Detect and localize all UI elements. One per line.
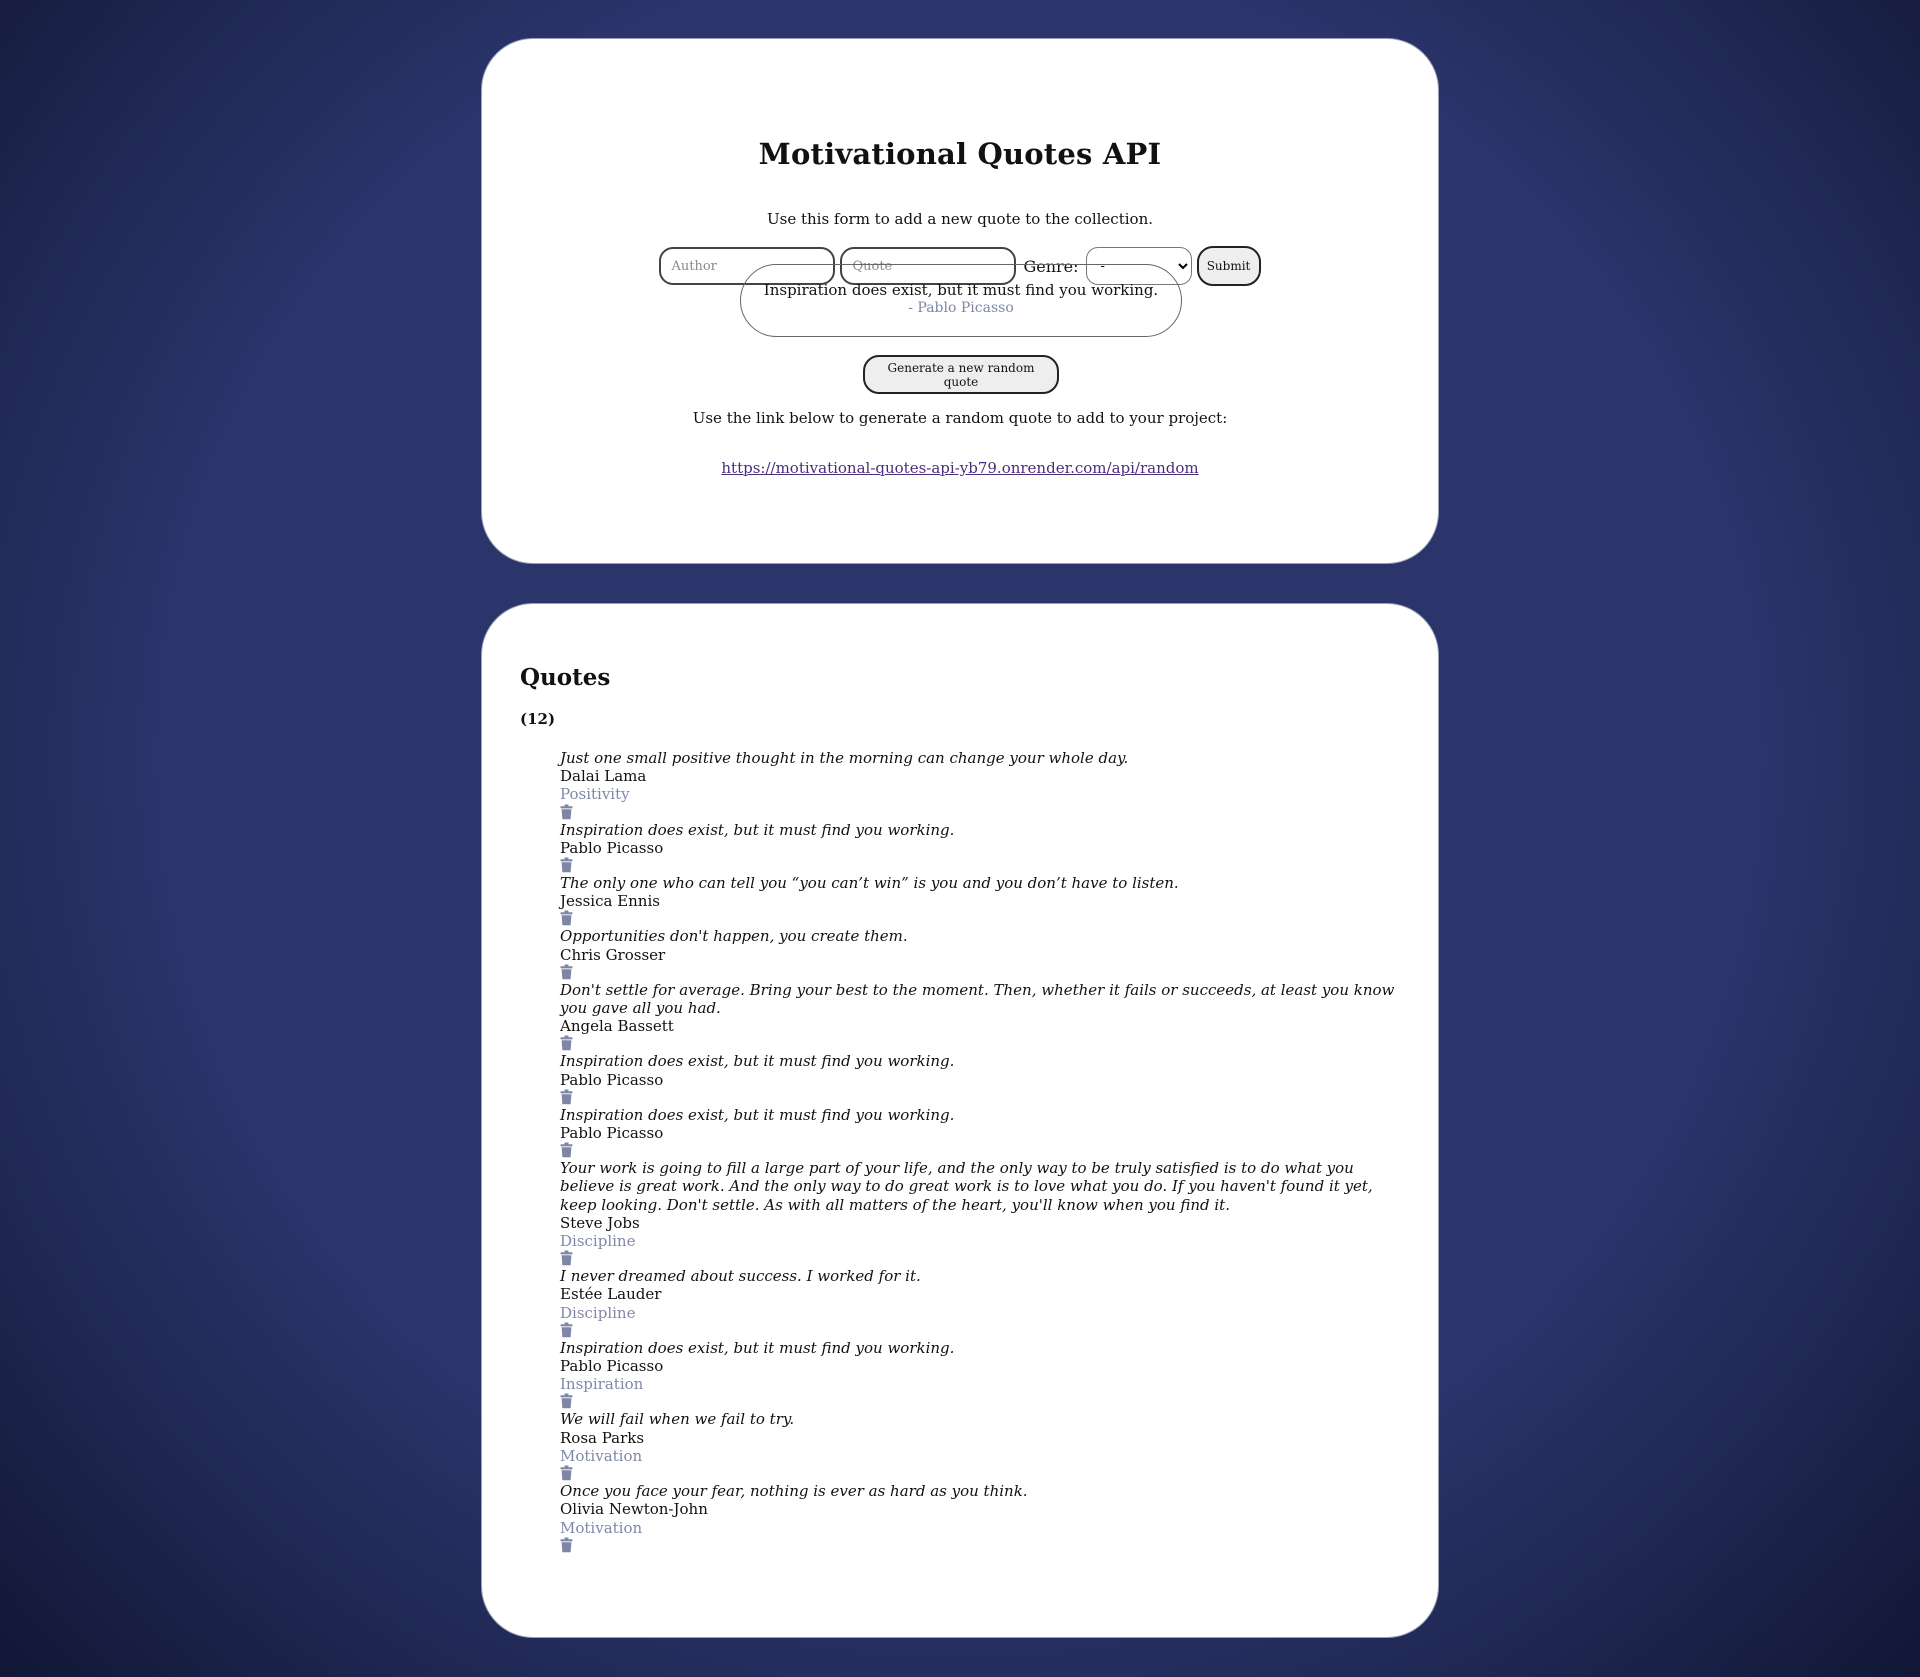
quote-genre: Inspiration bbox=[560, 1375, 644, 1394]
page-title: Motivational Quotes API bbox=[758, 137, 1162, 171]
quote-author: Pablo Picasso bbox=[560, 1357, 664, 1376]
trash-icon[interactable] bbox=[560, 857, 573, 873]
quote-author: Steve Jobs bbox=[560, 1213, 640, 1232]
quotes-heading: Quotes bbox=[520, 664, 611, 691]
trash-icon[interactable] bbox=[560, 1142, 573, 1158]
quote-author: Pablo Picasso bbox=[560, 1070, 664, 1089]
quote-list-item: Inspiration does exist, but it must find… bbox=[560, 821, 1402, 873]
quote-text: Once you face your fear, nothing is ever… bbox=[560, 1482, 1028, 1501]
quote-text: Just one small positive thought in the m… bbox=[560, 749, 1129, 767]
quote-list: Just one small positive thought in the m… bbox=[560, 749, 1402, 1554]
quote-list-item: Once you face your fear, nothing is ever… bbox=[560, 1482, 1402, 1553]
submit-button[interactable]: Submit bbox=[1196, 246, 1261, 286]
quote-author: Angela Bassett bbox=[560, 1017, 674, 1036]
quote-genre: Positivity bbox=[560, 785, 630, 804]
quote-list-item: Inspiration does exist, but it must find… bbox=[560, 1052, 1402, 1105]
quote-text: Inspiration does exist, but it must find… bbox=[560, 1338, 955, 1357]
api-random-link[interactable]: https://motivational-quotes-api-yb79.onr… bbox=[482, 459, 1438, 477]
trash-icon[interactable] bbox=[560, 804, 573, 820]
quote-list-item: Inspiration does exist, but it must find… bbox=[560, 1106, 1402, 1158]
quotes-count: (12) bbox=[520, 710, 556, 728]
trash-icon[interactable] bbox=[560, 1250, 573, 1266]
quote-text: Your work is going to fill a large part … bbox=[560, 1159, 1373, 1214]
quote-genre: Motivation bbox=[560, 1446, 643, 1465]
quote-text: The only one who can tell you “you can’t… bbox=[560, 874, 1179, 893]
quote-text: Inspiration does exist, but it must find… bbox=[560, 1105, 955, 1124]
add-quote-card: Motivational Quotes API Use this form to… bbox=[481, 38, 1439, 564]
trash-icon[interactable] bbox=[560, 1322, 573, 1338]
quotes-card: Quotes (12) Just one small positive thou… bbox=[481, 603, 1439, 1638]
quote-text: We will fail when we fail to try. bbox=[560, 1410, 795, 1429]
quote-author: Jessica Ennis bbox=[560, 892, 660, 911]
quote-text: Inspiration does exist, but it must find… bbox=[560, 820, 955, 839]
trash-icon[interactable] bbox=[560, 1465, 573, 1481]
quote-author: Olivia Newton-John bbox=[560, 1500, 708, 1519]
quote-list-item: We will fail when we fail to try. Rosa Pa… bbox=[560, 1410, 1402, 1481]
trash-icon[interactable] bbox=[560, 1089, 573, 1105]
quote-author: Pablo Picasso bbox=[560, 1124, 664, 1143]
random-quote-box: Inspiration does exist, but it must find… bbox=[740, 264, 1182, 337]
quote-list-item: Your work is going to fill a large part … bbox=[560, 1159, 1402, 1266]
form-intro-text: Use this form to add a new quote to the … bbox=[767, 210, 1153, 228]
random-quote-author: - Pablo Picasso bbox=[908, 300, 1014, 316]
quote-author: Chris Grosser bbox=[560, 945, 666, 964]
quote-author: Estée Lauder bbox=[560, 1285, 662, 1304]
random-quote-text: Inspiration does exist, but it must find… bbox=[763, 281, 1159, 299]
quote-text: Don't settle for average. Bring your bes… bbox=[560, 980, 1395, 1018]
trash-icon[interactable] bbox=[560, 1035, 573, 1051]
quote-text: Opportunities don't happen, you create t… bbox=[560, 927, 908, 946]
quote-list-item: Inspiration does exist, but it must find… bbox=[560, 1339, 1402, 1410]
quote-genre: Discipline bbox=[560, 1232, 636, 1251]
quote-list-item: I never dreamed about success. I worked … bbox=[560, 1267, 1402, 1338]
quote-text: I never dreamed about success. I worked … bbox=[560, 1267, 921, 1286]
quote-genre: Discipline bbox=[560, 1303, 636, 1322]
trash-icon[interactable] bbox=[560, 1537, 573, 1553]
quote-list-item: The only one who can tell you “you can’t… bbox=[560, 874, 1402, 926]
quote-author: Rosa Parks bbox=[560, 1428, 645, 1447]
trash-icon[interactable] bbox=[560, 1393, 573, 1409]
quote-list-item: Just one small positive thought in the m… bbox=[560, 749, 1402, 820]
api-link-intro: Use the link below to generate a random … bbox=[692, 409, 1228, 427]
quote-author: Pablo Picasso bbox=[560, 838, 664, 857]
generate-random-quote-button[interactable]: Generate a new random quote bbox=[863, 355, 1059, 394]
quote-genre: Motivation bbox=[560, 1518, 643, 1537]
quote-list-item: Don't settle for average. Bring your bes… bbox=[560, 981, 1402, 1052]
trash-icon[interactable] bbox=[560, 964, 573, 980]
quote-author: Dalai Lama bbox=[560, 767, 647, 786]
trash-icon[interactable] bbox=[560, 910, 573, 926]
quote-text: Inspiration does exist, but it must find… bbox=[560, 1052, 955, 1071]
quote-list-item: Opportunities don't happen, you create t… bbox=[560, 927, 1402, 980]
